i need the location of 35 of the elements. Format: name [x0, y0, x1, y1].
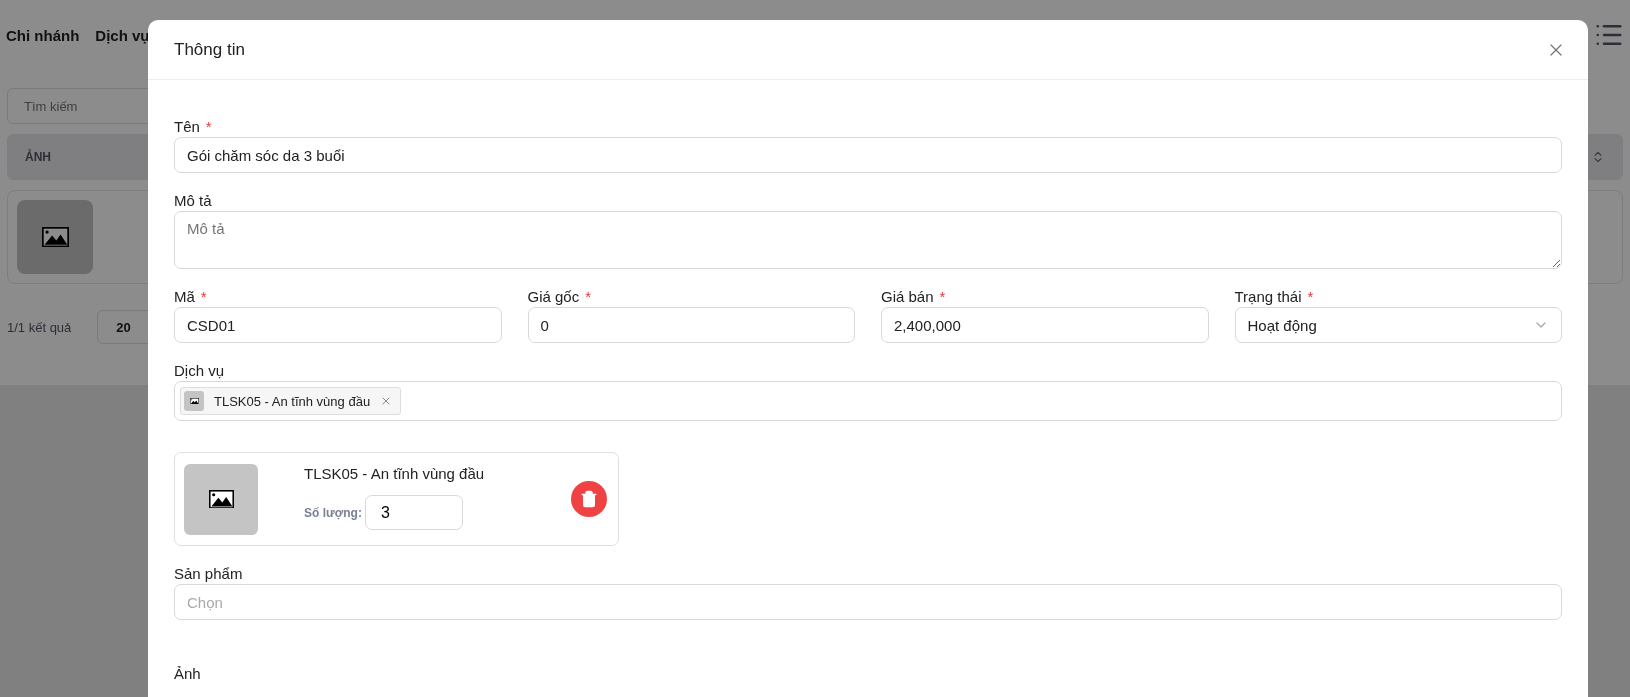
- input-field[interactable]: CSD01: [174, 307, 502, 343]
- image-icon: [189, 397, 199, 405]
- required-mark: *: [585, 287, 592, 305]
- trash-icon: [580, 490, 598, 508]
- required-mark: *: [200, 287, 207, 305]
- tag-label: TLSK05 - An tĩnh vùng đầu: [214, 393, 371, 409]
- image-icon: [41, 226, 69, 248]
- field-label: Tên: [174, 117, 200, 135]
- textarea-field[interactable]: Mô tả: [174, 211, 1562, 269]
- delete-button[interactable]: [571, 481, 607, 517]
- field-label: Giá bán: [881, 287, 934, 305]
- input-field[interactable]: 2,400,000: [881, 307, 1209, 343]
- input-field[interactable]: 0: [527, 307, 855, 343]
- required-mark: *: [205, 117, 212, 135]
- field-label: Mô tả: [174, 191, 212, 209]
- quantity-label: Số lượng:: [304, 505, 362, 520]
- field-label: Ảnh: [174, 664, 201, 682]
- field-label: Sản phẩm: [174, 564, 243, 582]
- quantity-field[interactable]: 3: [364, 495, 463, 530]
- image-icon: [208, 489, 234, 509]
- field-label: Mã: [174, 287, 195, 305]
- modal-title: Thông tin: [174, 39, 245, 60]
- service-name: TLSK05 - An tĩnh vùng đầu: [304, 465, 486, 482]
- field-label: Giá gốc: [527, 287, 580, 305]
- nav-link[interactable]: Dịch vụ: [95, 26, 150, 44]
- column-header: ẢNH: [25, 150, 51, 164]
- required-mark: *: [939, 287, 946, 305]
- result-count: 1/1 kết quả: [7, 319, 72, 335]
- input-field[interactable]: Gói chăm sóc da 3 buổi: [174, 137, 1562, 173]
- field-label: Dịch vụ: [174, 361, 225, 379]
- tag-select-field[interactable]: TLSK05 - An tĩnh vùng đầu: [174, 381, 1562, 421]
- nav-link[interactable]: Chi nhánh: [6, 26, 80, 44]
- required-mark: *: [1307, 287, 1314, 305]
- field-label: Trạng thái: [1234, 287, 1302, 305]
- select-field[interactable]: Hoạt động: [1234, 307, 1562, 343]
